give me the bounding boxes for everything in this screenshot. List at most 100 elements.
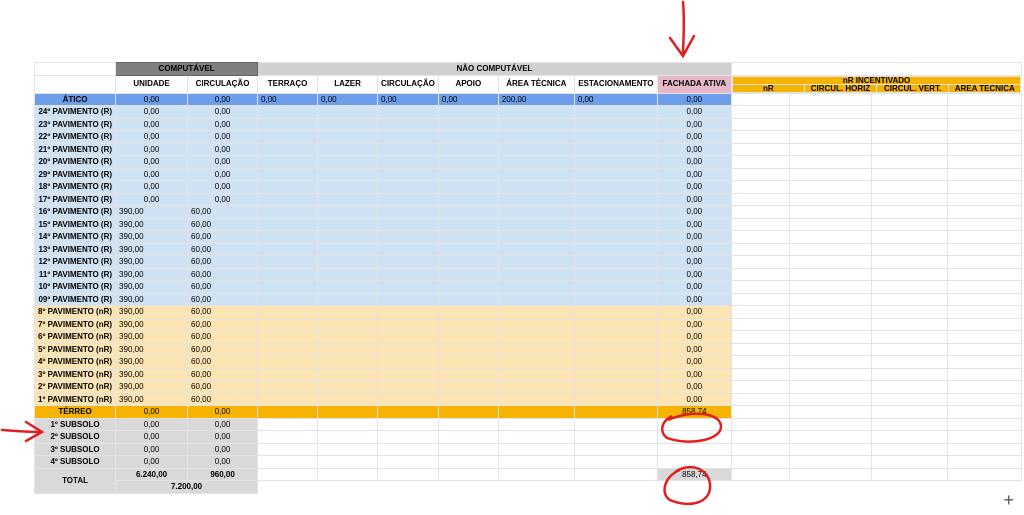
nr-cell[interactable] [788, 167, 872, 181]
nr-cell[interactable] [788, 105, 872, 119]
nr-cell[interactable] [730, 192, 790, 206]
nr-cell[interactable] [870, 292, 948, 306]
cell-area_tecnica[interactable] [497, 205, 575, 219]
cell-area_tecnica[interactable] [497, 380, 575, 394]
nr-cell[interactable] [870, 92, 948, 106]
cell-apoio[interactable] [437, 192, 499, 206]
cell-estac[interactable] [573, 192, 658, 206]
cell-terraco[interactable] [257, 305, 319, 319]
cell-fachada[interactable]: 0,00 [656, 330, 732, 344]
cell-fachada[interactable] [656, 442, 732, 456]
nr-cell[interactable] [730, 230, 790, 244]
cell-circulacao[interactable]: 60,00 [187, 355, 259, 369]
nr-cell[interactable] [946, 167, 1022, 181]
cell-estac[interactable] [573, 355, 658, 369]
cell-unidade[interactable]: 390,00 [115, 367, 189, 381]
cell-circulacao[interactable]: 0,00 [187, 405, 259, 419]
cell-circulacao[interactable]: 60,00 [187, 230, 259, 244]
column-header[interactable]: TERRAÇO [257, 74, 319, 94]
cell-area_tecnica[interactable]: 200,00 [497, 92, 575, 106]
nr-cell[interactable] [946, 430, 1022, 444]
cell-circ2[interactable] [377, 330, 439, 344]
nr-cell[interactable] [870, 280, 948, 294]
cell-apoio[interactable] [437, 205, 499, 219]
cell-area_tecnica[interactable] [497, 342, 575, 356]
row-label[interactable]: 2º SUBSOLO [33, 430, 117, 444]
cell-terraco[interactable]: 0,00 [257, 92, 319, 106]
cell-circ2[interactable] [377, 105, 439, 119]
nr-cell[interactable] [870, 405, 948, 419]
nr-cell[interactable] [788, 442, 872, 456]
cell-lazer[interactable] [317, 180, 379, 194]
cell-apoio[interactable] [437, 442, 499, 456]
cell-lazer[interactable] [317, 392, 379, 406]
cell-unidade[interactable]: 0,00 [115, 192, 189, 206]
cell-unidade[interactable]: 0,00 [115, 442, 189, 456]
cell-area_tecnica[interactable] [497, 430, 575, 444]
nao-computavel-header[interactable]: NÃO COMPUTÁVEL [257, 62, 732, 76]
nr-cell[interactable] [730, 330, 790, 344]
nr-cell[interactable] [946, 442, 1022, 456]
cell-area_tecnica[interactable] [497, 392, 575, 406]
nr-cell[interactable] [788, 317, 872, 331]
cell-apoio[interactable]: 0,00 [437, 92, 499, 106]
nr-cell[interactable] [730, 342, 790, 356]
cell-unidade[interactable]: 390,00 [115, 355, 189, 369]
cell-circ2[interactable] [377, 305, 439, 319]
cell-fachada[interactable]: 0,00 [656, 167, 732, 181]
cell-fachada[interactable]: 0,00 [656, 305, 732, 319]
nr-cell[interactable] [946, 367, 1022, 381]
nr-cell[interactable] [870, 392, 948, 406]
cell-lazer[interactable] [317, 280, 379, 294]
cell-lazer[interactable]: 0,00 [317, 92, 379, 106]
cell-unidade[interactable]: 0,00 [115, 167, 189, 181]
cell-terraco[interactable] [257, 355, 319, 369]
cell-estac[interactable] [573, 280, 658, 294]
nr-cell[interactable] [730, 255, 790, 269]
row-label[interactable]: 1º SUBSOLO [33, 417, 117, 431]
nr-cell[interactable] [730, 392, 790, 406]
cell-circ2[interactable] [377, 280, 439, 294]
cell-fachada[interactable]: 0,00 [656, 180, 732, 194]
nr-cell[interactable] [730, 155, 790, 169]
cell-lazer[interactable] [317, 342, 379, 356]
nr-cell[interactable] [730, 267, 790, 281]
row-label[interactable]: 4º SUBSOLO [33, 455, 117, 469]
cell-circ2[interactable] [377, 255, 439, 269]
cell-estac[interactable] [573, 230, 658, 244]
cell-fachada[interactable]: 858,74 [656, 405, 732, 419]
nr-cell[interactable] [946, 292, 1022, 306]
cell-unidade[interactable]: 0,00 [115, 430, 189, 444]
cell-lazer[interactable] [317, 355, 379, 369]
cell-apoio[interactable] [437, 167, 499, 181]
cell-terraco[interactable] [257, 430, 319, 444]
cell-circulacao[interactable]: 60,00 [187, 267, 259, 281]
total-empty[interactable] [257, 467, 319, 481]
cell-apoio[interactable] [437, 455, 499, 469]
nr-cell[interactable] [730, 142, 790, 156]
row-label[interactable]: 2º PAVIMENTO (nR) [33, 380, 117, 394]
cell-terraco[interactable] [257, 380, 319, 394]
cell-apoio[interactable] [437, 117, 499, 131]
cell-circulacao[interactable]: 0,00 [187, 92, 259, 106]
cell-terraco[interactable] [257, 242, 319, 256]
cell-circ2[interactable] [377, 242, 439, 256]
cell-terraco[interactable] [257, 142, 319, 156]
cell-lazer[interactable] [317, 442, 379, 456]
cell-circulacao[interactable]: 0,00 [187, 117, 259, 131]
cell-unidade[interactable]: 0,00 [115, 455, 189, 469]
cell-lazer[interactable] [317, 155, 379, 169]
cell-circulacao[interactable]: 0,00 [187, 417, 259, 431]
cell-fachada[interactable]: 0,00 [656, 130, 732, 144]
cell-apoio[interactable] [437, 342, 499, 356]
nr-cell[interactable] [946, 305, 1022, 319]
cell-fachada[interactable]: 0,00 [656, 92, 732, 106]
cell-fachada[interactable]: 0,00 [656, 255, 732, 269]
cell-apoio[interactable] [437, 430, 499, 444]
cell-unidade[interactable]: 390,00 [115, 230, 189, 244]
cell-apoio[interactable] [437, 405, 499, 419]
nr-cell[interactable] [788, 305, 872, 319]
nr-cell[interactable] [870, 180, 948, 194]
cell-apoio[interactable] [437, 317, 499, 331]
cell-terraco[interactable] [257, 180, 319, 194]
